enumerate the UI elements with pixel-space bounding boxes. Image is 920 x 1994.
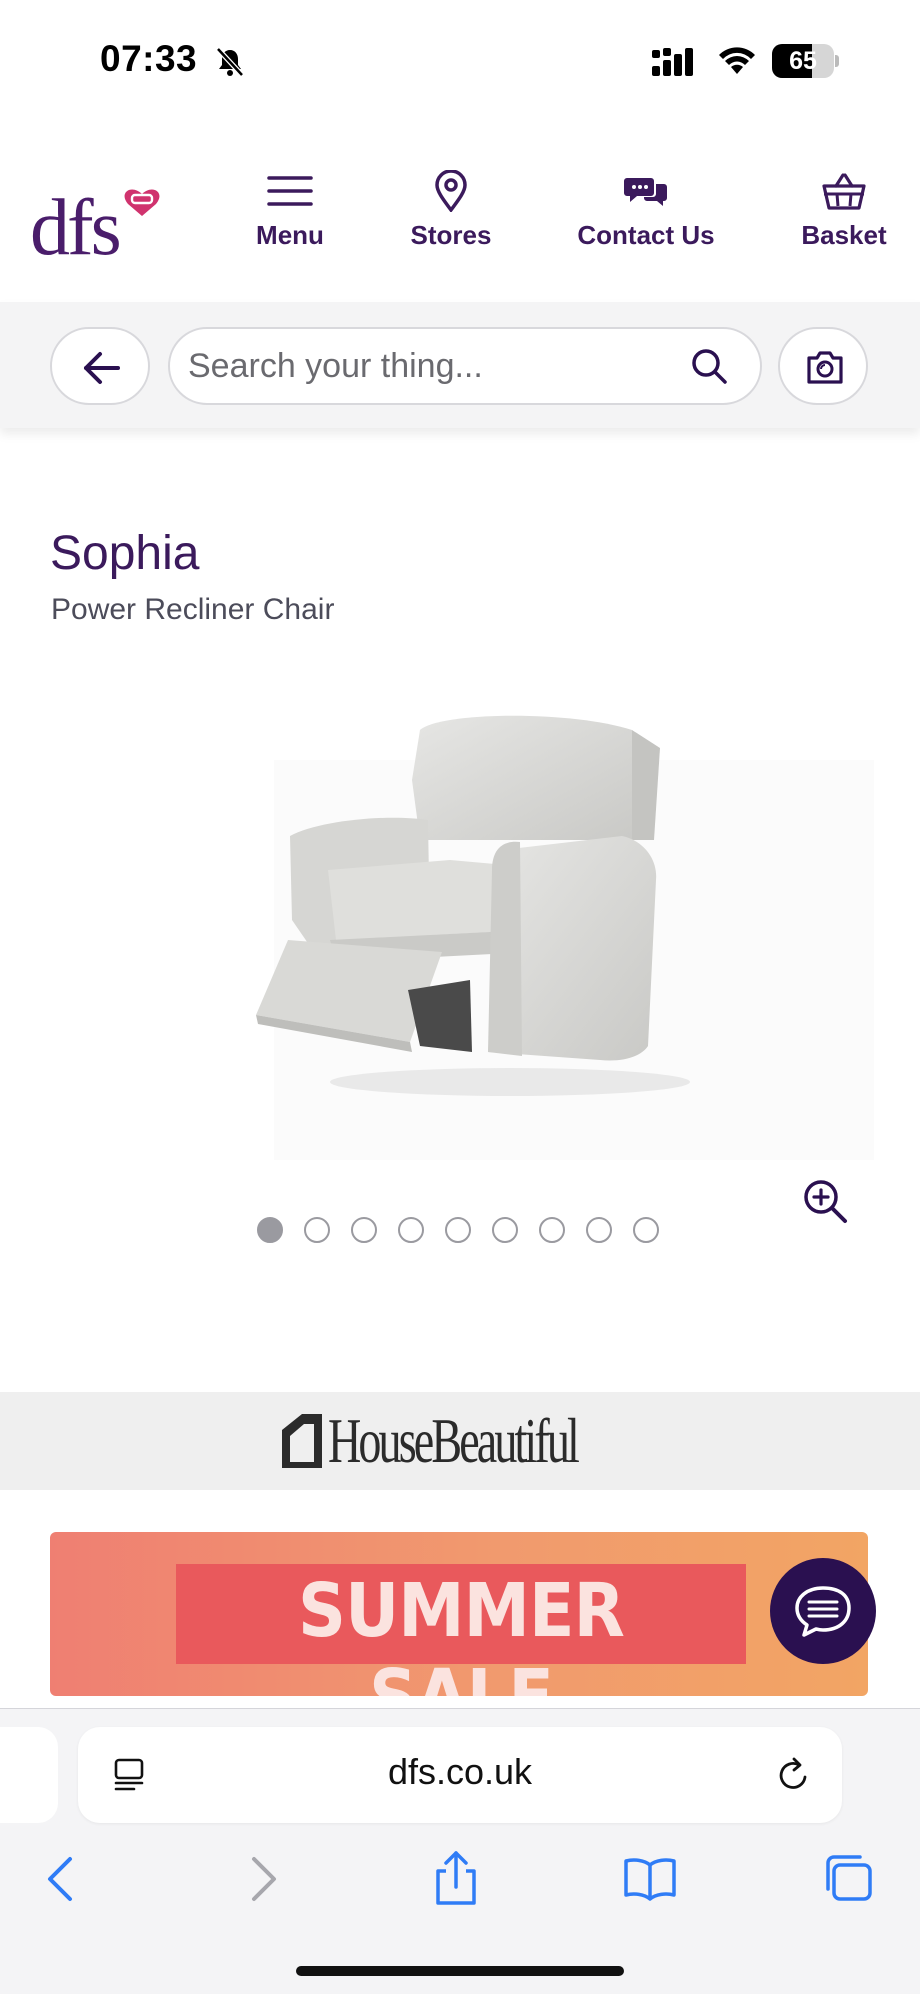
carousel-dot[interactable] — [586, 1217, 612, 1243]
summer-sale-banner[interactable]: SUMMER SALE — [50, 1532, 868, 1696]
browser-forward-icon[interactable] — [232, 1849, 292, 1909]
wifi-icon — [719, 47, 755, 74]
nav-menu-label: Menu — [256, 220, 324, 250]
reload-icon[interactable] — [774, 1755, 812, 1795]
magnifier-icon[interactable] — [690, 347, 728, 385]
sale-text: SUMMER SALE — [298, 1568, 625, 1696]
carousel-dot[interactable] — [539, 1217, 565, 1243]
nav-menu[interactable]: Menu — [248, 170, 332, 251]
home-indicator[interactable] — [296, 1966, 624, 1976]
search-bar — [0, 302, 920, 428]
nav-contact-label: Contact Us — [577, 220, 715, 250]
arrow-left-icon — [84, 352, 120, 384]
browser-chrome: dfs.co.uk — [0, 1708, 920, 1994]
basket-icon — [822, 173, 866, 210]
search-field[interactable] — [168, 327, 762, 405]
battery-level: 65 — [789, 47, 817, 75]
carousel-dot[interactable] — [445, 1217, 471, 1243]
carousel-dot[interactable] — [492, 1217, 518, 1243]
product-type: Power Recliner Chair — [51, 593, 335, 626]
bell-muted-icon — [216, 47, 244, 77]
carousel-dot[interactable] — [351, 1217, 377, 1243]
previous-tab-preview[interactable] — [0, 1727, 58, 1823]
sale-label-box: SUMMER SALE — [176, 1564, 746, 1696]
carousel-dot[interactable] — [304, 1217, 330, 1243]
search-input[interactable] — [188, 329, 658, 403]
carousel-dot[interactable] — [633, 1217, 659, 1243]
press-band: HouseBeautiful — [0, 1392, 920, 1490]
nav-basket-label: Basket — [801, 220, 887, 250]
share-icon[interactable] — [426, 1849, 486, 1909]
zoom-in-icon[interactable] — [802, 1178, 848, 1224]
back-button[interactable] — [50, 327, 150, 405]
chat-bubbles-icon — [624, 178, 667, 206]
carousel-dot[interactable] — [257, 1217, 283, 1243]
nav-stores[interactable]: Stores — [404, 170, 498, 251]
dfs-logo[interactable]: dfs — [30, 162, 180, 267]
chat-icon — [795, 1586, 851, 1637]
site-header: dfs Menu Stores Contact Us Basket — [0, 150, 920, 302]
browser-back-icon[interactable] — [32, 1849, 92, 1909]
battery-indicator: 65 — [772, 44, 839, 78]
product-image-recliner-chair[interactable] — [240, 690, 880, 1160]
bookmarks-icon[interactable] — [620, 1849, 680, 1909]
address-bar[interactable]: dfs.co.uk — [78, 1727, 842, 1823]
status-time: 07:33 — [100, 38, 198, 79]
live-chat-button[interactable] — [770, 1558, 876, 1664]
logo-text: dfs — [30, 184, 120, 267]
url-text: dfs.co.uk — [387, 1751, 533, 1792]
product-name: Sophia — [50, 527, 200, 580]
hamburger-icon — [267, 176, 313, 206]
house-icon — [282, 1414, 322, 1468]
camera-icon — [807, 351, 843, 384]
camera-search-button[interactable] — [778, 327, 868, 405]
nav-contact-us[interactable]: Contact Us — [568, 170, 724, 251]
status-bar: 07:33 65 — [0, 0, 920, 120]
nav-basket[interactable]: Basket — [794, 170, 894, 251]
cellular-signal-icon — [652, 48, 693, 76]
tabs-overview-icon[interactable] — [818, 1849, 878, 1909]
location-pin-icon — [435, 170, 467, 212]
carousel-dot[interactable] — [398, 1217, 424, 1243]
nav-stores-label: Stores — [410, 220, 492, 250]
housebeautiful-wordmark: HouseBeautiful — [328, 1405, 580, 1476]
